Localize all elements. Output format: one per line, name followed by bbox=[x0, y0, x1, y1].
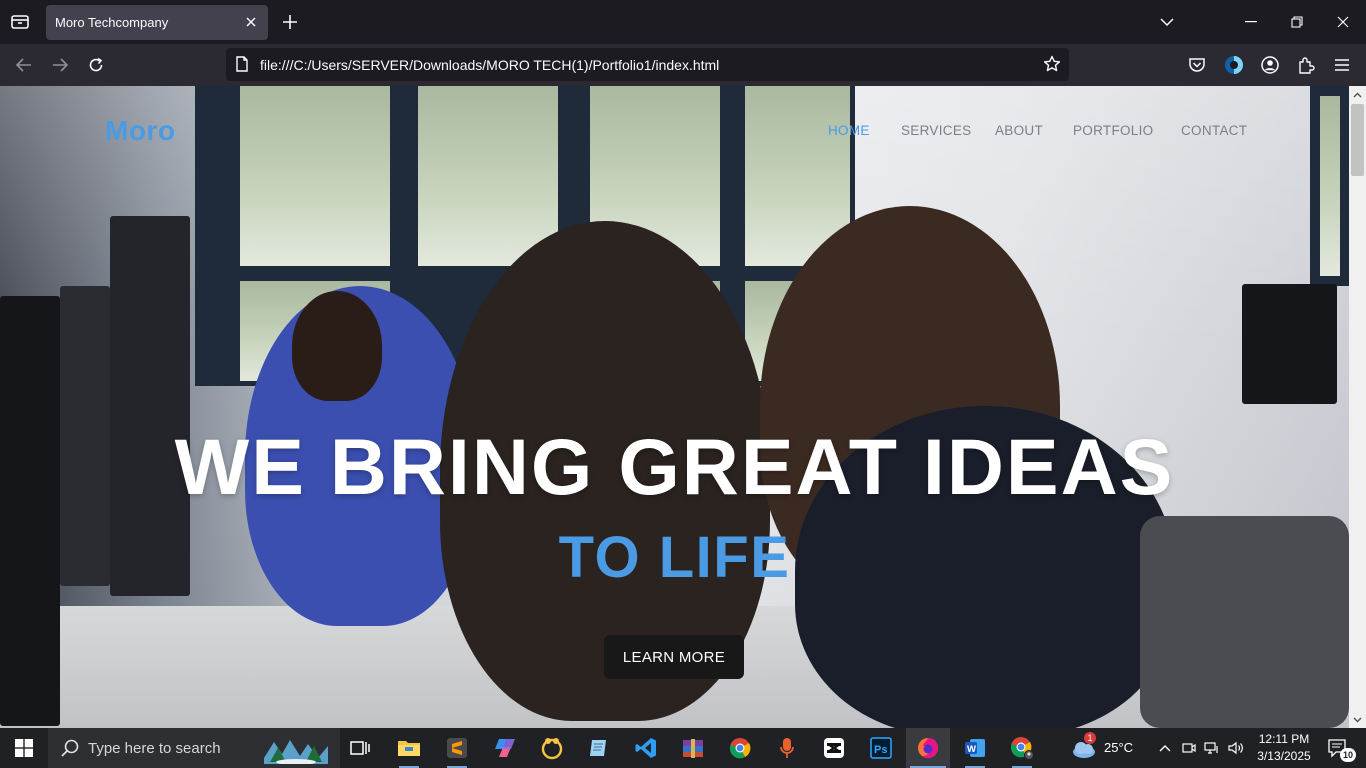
back-arrow-icon[interactable] bbox=[11, 53, 37, 77]
scroll-down-arrow-icon[interactable] bbox=[1349, 711, 1366, 728]
forward-arrow-icon[interactable] bbox=[47, 53, 73, 77]
url-bar[interactable]: file:///C:/Users/SERVER/Downloads/MORO T… bbox=[226, 48, 1069, 81]
page-viewport: Moro HOME SERVICES ABOUT PORTFOLIO CONTA… bbox=[0, 86, 1349, 728]
firefox-view-icon[interactable] bbox=[8, 10, 32, 34]
search-placeholder: Type here to search bbox=[88, 740, 221, 757]
microphone-icon[interactable] bbox=[765, 728, 809, 768]
extension-circle-icon[interactable] bbox=[1223, 54, 1245, 76]
windows-taskbar: Type here to search Ps W 1 25°C 12:11 PM… bbox=[0, 728, 1366, 768]
svg-text:Ps: Ps bbox=[874, 744, 887, 756]
hero-subline: TO LIFE bbox=[558, 525, 791, 590]
hamburger-menu-icon[interactable] bbox=[1331, 54, 1353, 76]
nav-link-about[interactable]: ABOUT bbox=[995, 123, 1043, 138]
scrollbar-thumb[interactable] bbox=[1351, 104, 1364, 176]
nav-link-services[interactable]: SERVICES bbox=[901, 123, 971, 138]
winrar-icon[interactable] bbox=[671, 728, 715, 768]
sublime-text-icon[interactable] bbox=[435, 728, 479, 768]
clock-time: 12:11 PM bbox=[1258, 732, 1310, 746]
page-icon bbox=[236, 56, 248, 72]
taskbar-clock[interactable]: 12:11 PM 3/13/2025 bbox=[1254, 731, 1314, 765]
nav-link-contact[interactable]: CONTACT bbox=[1181, 123, 1247, 138]
nav-link-home[interactable]: HOME bbox=[828, 123, 870, 138]
chrome-icon[interactable] bbox=[718, 728, 762, 768]
extensions-puzzle-icon[interactable] bbox=[1295, 54, 1317, 76]
pocket-icon[interactable] bbox=[1186, 54, 1208, 76]
new-tab-icon[interactable] bbox=[279, 11, 301, 33]
tab-title: Moro Techcompany bbox=[55, 15, 169, 30]
capcut-icon[interactable] bbox=[812, 728, 856, 768]
meet-now-icon[interactable] bbox=[1178, 728, 1200, 768]
site-logo[interactable]: Moro bbox=[105, 115, 175, 147]
weather-badge: 1 bbox=[1084, 732, 1096, 744]
clock-date: 3/13/2025 bbox=[1257, 749, 1311, 763]
hero-section: Moro HOME SERVICES ABOUT PORTFOLIO CONTA… bbox=[0, 86, 1349, 728]
close-window-icon[interactable] bbox=[1320, 0, 1366, 44]
svg-text:W: W bbox=[967, 744, 976, 755]
bookmark-star-icon[interactable] bbox=[1043, 55, 1061, 73]
notepad-icon[interactable] bbox=[577, 728, 621, 768]
nav-link-portfolio[interactable]: PORTFOLIO bbox=[1073, 123, 1153, 138]
notification-count-badge: 10 bbox=[1340, 748, 1356, 762]
task-view-icon[interactable] bbox=[338, 728, 382, 768]
copilot-icon[interactable] bbox=[483, 728, 527, 768]
account-icon[interactable] bbox=[1259, 54, 1281, 76]
chevron-up-icon[interactable] bbox=[1154, 728, 1176, 768]
minimize-icon[interactable] bbox=[1228, 0, 1274, 44]
taskbar-search-box[interactable]: Type here to search bbox=[48, 728, 340, 768]
url-text[interactable]: file:///C:/Users/SERVER/Downloads/MORO T… bbox=[260, 57, 719, 73]
notifications-icon[interactable]: 10 bbox=[1318, 728, 1358, 768]
search-icon bbox=[61, 739, 79, 757]
file-explorer-icon[interactable] bbox=[387, 728, 431, 768]
norton-icon[interactable] bbox=[530, 728, 574, 768]
search-highlight-image bbox=[260, 732, 332, 764]
weather-temperature[interactable]: 25°C bbox=[1104, 740, 1133, 755]
tab-close-icon[interactable] bbox=[242, 13, 260, 31]
browser-toolbar: file:///C:/Users/SERVER/Downloads/MORO T… bbox=[0, 44, 1366, 86]
browser-tab[interactable]: Moro Techcompany bbox=[46, 5, 268, 40]
reload-icon[interactable] bbox=[83, 53, 109, 77]
windows-start-icon[interactable] bbox=[0, 728, 48, 768]
scroll-up-arrow-icon[interactable] bbox=[1349, 86, 1366, 103]
word-icon[interactable]: W bbox=[953, 728, 997, 768]
restore-icon[interactable] bbox=[1274, 0, 1320, 44]
vscode-icon[interactable] bbox=[624, 728, 668, 768]
learn-more-button[interactable]: LEARN MORE bbox=[604, 635, 744, 679]
hero-headline: WE BRING GREAT IDEAS bbox=[174, 422, 1175, 511]
browser-tab-bar: Moro Techcompany bbox=[0, 0, 1366, 44]
chrome-profile-icon[interactable] bbox=[1000, 728, 1044, 768]
volume-icon[interactable] bbox=[1225, 728, 1247, 768]
chevron-down-icon[interactable] bbox=[1157, 12, 1177, 32]
network-icon[interactable] bbox=[1201, 728, 1223, 768]
page-scrollbar[interactable] bbox=[1349, 86, 1366, 728]
firefox-icon[interactable] bbox=[906, 728, 950, 768]
photoshop-icon[interactable]: Ps bbox=[859, 728, 903, 768]
